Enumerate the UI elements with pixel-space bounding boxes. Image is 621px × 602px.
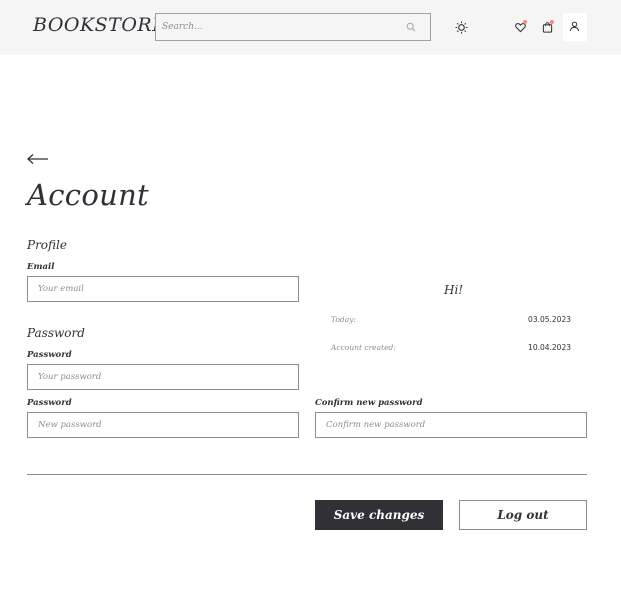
today-label: Today: <box>331 315 356 324</box>
new-password-label: Password <box>27 398 72 408</box>
user-icon <box>569 21 580 32</box>
email-field[interactable] <box>27 276 299 302</box>
account-created-label: Account created: <box>331 343 396 352</box>
today-value: 03.05.2023 <box>528 315 571 324</box>
current-password-label: Password <box>27 350 72 360</box>
divider <box>27 474 587 475</box>
search-icon[interactable] <box>406 22 416 32</box>
new-password-field[interactable] <box>27 412 299 438</box>
cart-icon[interactable] <box>536 16 558 38</box>
log-out-button[interactable]: Log out <box>459 500 587 530</box>
save-changes-button[interactable]: Save changes <box>315 500 443 530</box>
account-created-value: 10.04.2023 <box>528 343 571 352</box>
confirm-password-field[interactable] <box>315 412 587 438</box>
cart-badge <box>550 20 554 24</box>
header: BOOKSTORE <box>0 0 621 55</box>
confirm-password-label: Confirm new password <box>315 398 423 408</box>
logo[interactable]: BOOKSTORE <box>33 14 167 36</box>
greeting: Hi! <box>444 283 464 297</box>
profile-section-title: Profile <box>27 238 67 252</box>
sun-icon[interactable] <box>450 16 472 38</box>
user-button[interactable] <box>563 13 587 41</box>
current-password-field[interactable] <box>27 364 299 390</box>
search-input[interactable] <box>156 14 396 40</box>
password-section-title: Password <box>27 326 85 340</box>
favorites-badge <box>523 20 527 24</box>
search-bar[interactable] <box>155 13 431 41</box>
page-title: Account <box>27 178 149 212</box>
arrow-left-icon[interactable] <box>27 152 49 166</box>
email-label: Email <box>27 262 55 272</box>
heart-icon[interactable] <box>509 16 531 38</box>
